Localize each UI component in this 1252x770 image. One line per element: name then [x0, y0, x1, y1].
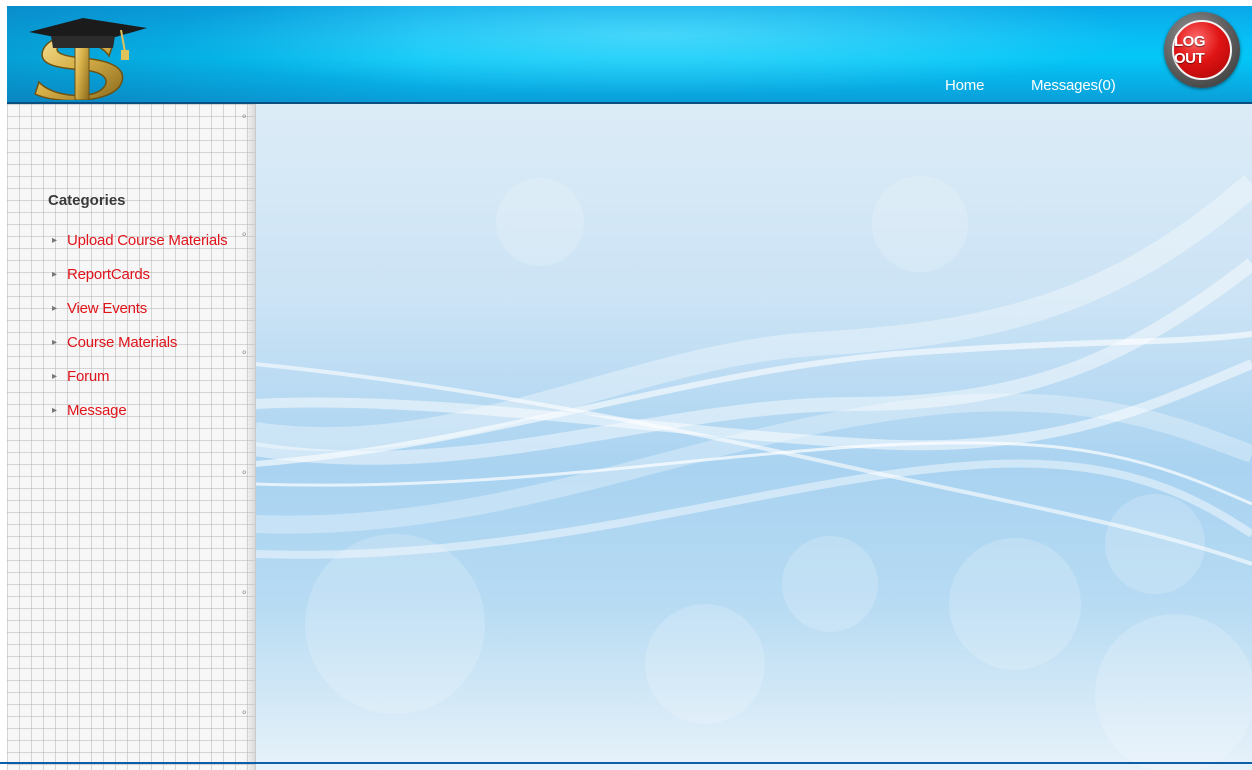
- logout-label: LOG OUT: [1174, 33, 1206, 67]
- categories-heading: Categories: [48, 192, 126, 209]
- chevron-right-icon: ▸: [52, 404, 58, 416]
- chevron-right-icon: ▸: [52, 370, 58, 382]
- binder-ring-icon: ⚬: [240, 588, 249, 599]
- menu-link[interactable]: View Events: [67, 300, 147, 317]
- nav-home-link[interactable]: Home: [945, 77, 984, 94]
- chevron-right-icon: ▸: [52, 268, 58, 280]
- menu-item-course-materials[interactable]: ▸ Course Materials: [52, 325, 227, 359]
- nav-messages-link[interactable]: Messages(0): [1031, 77, 1116, 94]
- logout-button-face: LOG OUT: [1172, 20, 1232, 80]
- chevron-right-icon: ▸: [52, 234, 58, 246]
- categories-menu: ▸ Upload Course Materials ▸ ReportCards …: [52, 223, 228, 427]
- bottom-divider: [0, 762, 1252, 764]
- binder-ring-icon: ⚬: [240, 708, 249, 719]
- menu-link[interactable]: Message: [67, 402, 127, 419]
- chevron-right-icon: ▸: [52, 302, 58, 314]
- sidebar: ⚬ ⚬ ⚬ ⚬ ⚬ ⚬ Categories ▸ Upload Course M…: [7, 104, 256, 770]
- menu-item-upload-course-materials[interactable]: ▸ Upload Course Materials: [52, 223, 228, 257]
- menu-link[interactable]: Forum: [67, 368, 110, 385]
- menu-link[interactable]: Upload Course Materials: [67, 232, 228, 249]
- background-waves: [255, 174, 1252, 770]
- menu-link[interactable]: Course Materials: [67, 334, 177, 351]
- header-bar: Home Messages(0) LOG OUT: [7, 6, 1252, 104]
- logo: [29, 18, 147, 100]
- binder-ring-icon: ⚬: [240, 348, 249, 359]
- logout-button[interactable]: LOG OUT: [1164, 12, 1240, 88]
- menu-item-forum[interactable]: ▸ Forum: [52, 359, 227, 393]
- binder-ring-icon: ⚬: [240, 468, 249, 479]
- binder-ring-icon: ⚬: [240, 112, 249, 123]
- menu-item-reportcards[interactable]: ▸ ReportCards: [52, 257, 227, 291]
- page-frame: Home Messages(0) LOG OUT ⚬ ⚬ ⚬ ⚬ ⚬ ⚬ Cat…: [7, 6, 1252, 770]
- menu-item-view-events[interactable]: ▸ View Events: [52, 291, 227, 325]
- menu-link[interactable]: ReportCards: [67, 266, 150, 283]
- chevron-right-icon: ▸: [52, 336, 58, 348]
- menu-item-message[interactable]: ▸ Message: [52, 393, 227, 427]
- binder-ring-icon: ⚬: [240, 230, 249, 241]
- main-content-area: [255, 104, 1252, 770]
